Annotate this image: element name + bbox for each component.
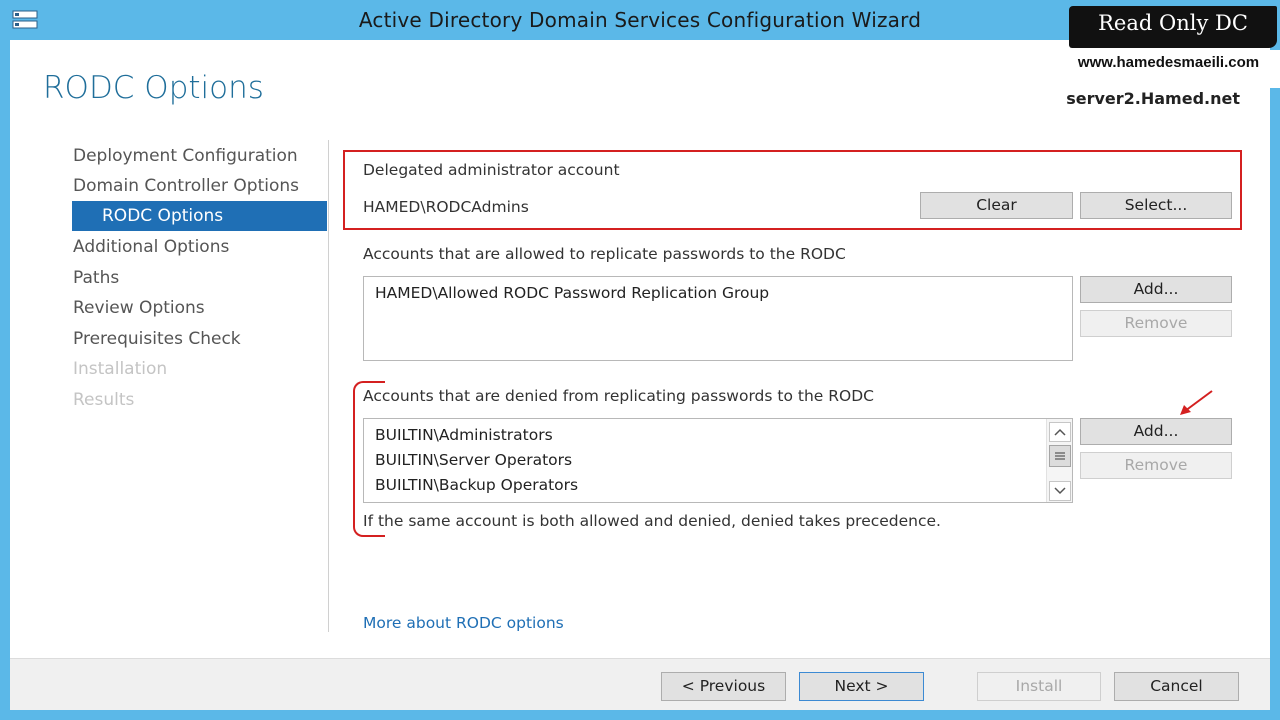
list-item[interactable]: BUILTIN\Server Operators [375,451,572,469]
denied-add-button[interactable]: Add... [1080,418,1232,445]
nav-item-review-options[interactable]: Review Options [73,298,205,318]
select-button[interactable]: Select... [1080,192,1232,219]
delegated-admin-label: Delegated administrator account [363,161,620,179]
list-item[interactable]: BUILTIN\Administrators [375,426,553,444]
scroll-down-button[interactable] [1049,481,1071,501]
allowed-accounts-label: Accounts that are allowed to replicate p… [363,245,846,263]
nav-item-deployment-configuration[interactable]: Deployment Configuration [73,146,298,166]
cancel-button[interactable]: Cancel [1114,672,1239,701]
denied-accounts-list[interactable]: BUILTIN\Administrators BUILTIN\Server Op… [363,418,1073,503]
chevron-down-icon [1054,487,1066,495]
red-arrow-icon [1180,390,1213,415]
wizard-client-area: RODC Options server2.Hamed.net Deploymen… [10,40,1270,710]
denied-remove-button: Remove [1080,452,1232,479]
delegated-admin-value: HAMED\RODCAdmins [363,198,529,216]
grip-lines-icon [1055,452,1065,460]
previous-button[interactable]: < Previous [661,672,786,701]
target-server-name: server2.Hamed.net [1066,89,1240,108]
allowed-add-button[interactable]: Add... [1080,276,1232,303]
chevron-up-icon [1054,428,1066,436]
nav-item-additional-options[interactable]: Additional Options [73,237,229,257]
nav-divider [328,140,329,632]
denied-list-scrollbar[interactable] [1046,419,1072,502]
nav-item-paths[interactable]: Paths [73,268,119,288]
nav-item-results: Results [73,390,135,410]
scroll-thumb[interactable] [1049,445,1071,467]
next-button[interactable]: Next > [799,672,924,701]
nav-item-prerequisites-check[interactable]: Prerequisites Check [73,329,241,349]
watermark: Read Only DC www.hamedesmaeili.com [1057,0,1280,90]
watermark-url: www.hamedesmaeili.com [1057,50,1280,88]
more-about-rodc-options-link[interactable]: More about RODC options [363,614,564,632]
list-item[interactable]: BUILTIN\Backup Operators [375,476,578,494]
install-button: Install [977,672,1101,701]
allowed-accounts-list[interactable]: HAMED\Allowed RODC Password Replication … [363,276,1073,361]
nav-item-domain-controller-options[interactable]: Domain Controller Options [73,176,299,196]
denied-accounts-label: Accounts that are denied from replicatin… [363,387,874,405]
precedence-note: If the same account is both allowed and … [363,512,941,530]
nav-item-rodc-options[interactable]: RODC Options [72,201,327,231]
nav-item-installation: Installation [73,359,168,379]
scroll-up-button[interactable] [1049,422,1071,442]
page-title: RODC Options [43,70,264,106]
allowed-remove-button: Remove [1080,310,1232,337]
watermark-title: Read Only DC [1098,11,1248,35]
clear-button[interactable]: Clear [920,192,1073,219]
wizard-footer: < Previous Next > Install Cancel [10,658,1270,710]
list-item[interactable]: HAMED\Allowed RODC Password Replication … [375,284,769,302]
